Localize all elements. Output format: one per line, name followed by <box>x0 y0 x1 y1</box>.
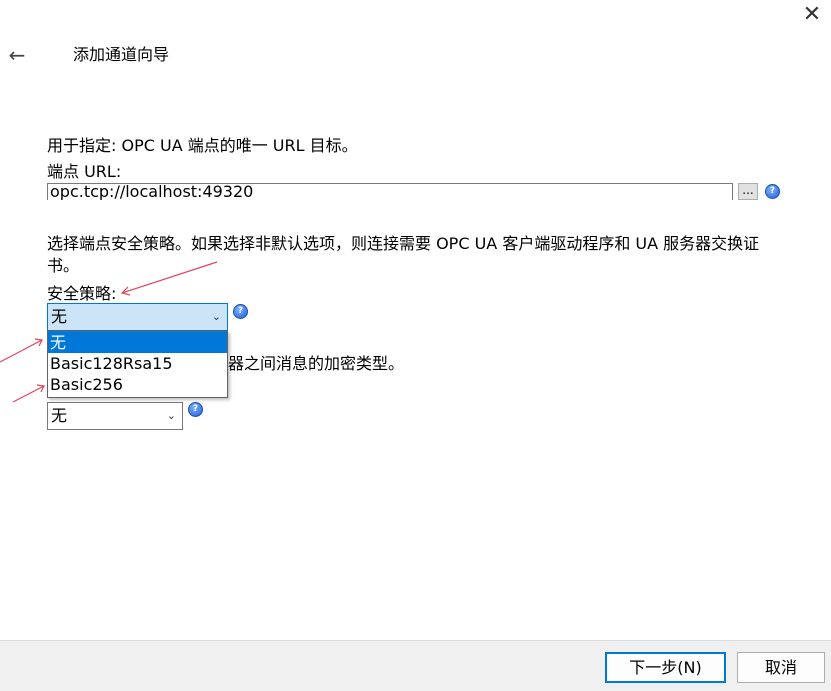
back-button[interactable]: ← <box>6 44 28 66</box>
browse-endpoint-button[interactable]: ... <box>738 183 758 200</box>
annotation-arrow-basic <box>12 385 45 403</box>
security-policy-help-icon[interactable]: ? <box>233 304 248 319</box>
message-mode-help-icon[interactable]: ? <box>188 402 203 417</box>
security-policy-description: 选择端点安全策略。如果选择非默认选项，则连接需要 OPC UA 客户端驱动程序和… <box>47 234 760 253</box>
security-policy-option-basic128rsa15[interactable]: Basic128Rsa15 <box>48 353 227 374</box>
security-policy-dropdown: 无 Basic128Rsa15 Basic256 <box>47 331 228 398</box>
close-button[interactable]: ✕ <box>800 4 824 28</box>
security-policy-label: 安全策略: <box>47 284 117 303</box>
close-icon: ✕ <box>802 2 822 27</box>
security-policy-option-none[interactable]: 无 <box>48 332 227 353</box>
message-mode-select[interactable]: 无 ⌄ <box>47 402 183 430</box>
security-policy-select[interactable]: 无 ⌄ <box>47 303 228 331</box>
chevron-down-icon: ⌄ <box>211 310 221 323</box>
message-mode-description: 器之间消息的加密类型。 <box>228 354 405 373</box>
chevron-down-icon: ⌄ <box>166 409 176 422</box>
security-policy-option-basic256[interactable]: Basic256 <box>48 374 227 395</box>
security-policy-selected: 无 <box>51 307 68 326</box>
endpoint-description: 用于指定: OPC UA 端点的唯一 URL 目标。 <box>47 136 358 155</box>
endpoint-url-input[interactable]: opc.tcp://localhost:49320 <box>47 183 733 200</box>
cancel-button[interactable]: 取消 <box>737 652 825 683</box>
wizard-title: 添加通道向导 <box>73 45 170 64</box>
arrow-left-icon: ← <box>8 43 26 67</box>
annotation-arrow-policy <box>121 261 218 294</box>
endpoint-url-label: 端点 URL: <box>47 162 122 181</box>
endpoint-url-value: opc.tcp://localhost:49320 <box>50 183 254 200</box>
endpoint-help-icon[interactable]: ? <box>765 184 780 199</box>
next-button[interactable]: 下一步(N) <box>605 652 726 683</box>
security-policy-description-cont: 书。 <box>47 256 80 275</box>
message-mode-selected: 无 <box>51 406 68 425</box>
annotation-arrow-none <box>0 339 43 363</box>
